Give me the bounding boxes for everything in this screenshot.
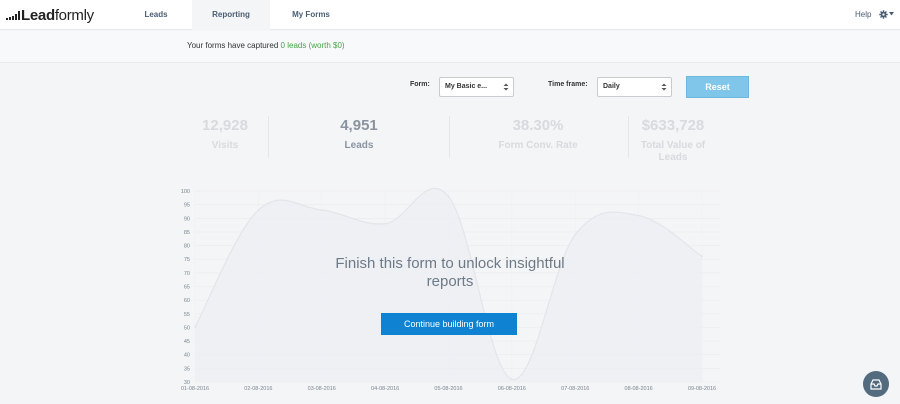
data-point	[447, 195, 450, 198]
y-tick-label: 50	[184, 325, 190, 331]
data-point	[701, 255, 703, 258]
y-tick-label: 35	[184, 366, 190, 372]
y-tick-label: 90	[184, 216, 190, 222]
x-tick-label: 02-08-2016	[244, 386, 272, 392]
y-tick-label: 60	[184, 298, 190, 304]
x-tick-label: 04-08-2016	[371, 386, 399, 392]
data-point	[384, 222, 386, 225]
y-tick-label: 55	[184, 312, 190, 318]
y-tick-label: 85	[184, 230, 190, 236]
data-point	[637, 214, 640, 217]
data-point	[511, 378, 513, 381]
data-point	[320, 209, 323, 211]
y-tick-label: 80	[184, 244, 190, 250]
y-tick-label: 75	[184, 257, 190, 263]
data-point	[257, 209, 260, 211]
y-tick-label: 65	[184, 285, 190, 291]
chat-launcher-button[interactable]	[863, 371, 889, 397]
x-tick-label: 06-08-2016	[498, 386, 526, 392]
x-tick-label: 05-08-2016	[434, 386, 462, 392]
data-point	[194, 326, 196, 329]
y-tick-label: 70	[184, 271, 190, 277]
x-tick-label: 03-08-2016	[308, 386, 336, 392]
x-tick-label: 07-08-2016	[561, 386, 589, 392]
x-tick-label: 01-08-2016	[181, 386, 209, 392]
data-point	[574, 233, 577, 236]
inbox-icon	[870, 378, 882, 390]
y-tick-label: 95	[184, 203, 190, 209]
y-tick-label: 40	[184, 353, 190, 359]
leads-area-chart: 303540455055606570758085909510001-08-201…	[181, 187, 720, 392]
x-tick-label: 08-08-2016	[625, 386, 653, 392]
y-tick-label: 100	[181, 189, 190, 195]
y-tick-label: 45	[184, 339, 190, 345]
continue-building-form-button[interactable]: Continue building form	[381, 313, 517, 335]
unlock-reports-message: Finish this form to unlock insightful re…	[335, 255, 565, 290]
x-tick-label: 09-08-2016	[688, 386, 716, 392]
